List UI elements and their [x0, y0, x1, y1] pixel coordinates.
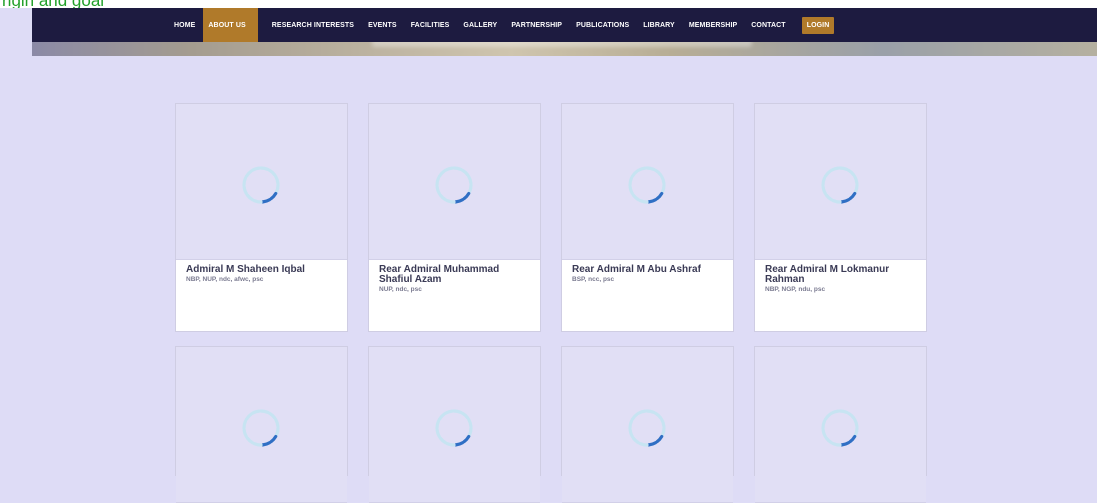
nav-item-events[interactable]: Events [368, 8, 411, 42]
member-titles: BSP, ncc, psc [572, 276, 615, 283]
hero-blurred-text [372, 42, 752, 47]
member-photo [562, 347, 733, 503]
nav-item-research-interests[interactable]: Research Interests [272, 8, 368, 42]
nav-item-gallery[interactable]: Gallery [463, 8, 511, 42]
member-photo [369, 347, 540, 503]
loading-spinner-icon [628, 409, 666, 447]
loading-spinner-icon [242, 409, 280, 447]
member-name: Admiral M Shaheen Iqbal [186, 264, 305, 275]
top-bar [0, 0, 1097, 8]
member-name: Rear Admiral M Abu Ashraf [572, 264, 701, 275]
nav-item-facilities[interactable]: Facilities [411, 8, 464, 42]
member-titles: NUP, ndc, psc [379, 286, 422, 293]
loading-spinner-icon [821, 166, 859, 204]
top-strip-text: rigin and goal [0, 0, 104, 8]
nav-item-membership[interactable]: Membership [689, 8, 751, 42]
loading-spinner-icon [242, 166, 280, 204]
member-titles: NBP, NGP, ndu, psc [765, 286, 826, 293]
member-photo [755, 347, 926, 503]
member-card[interactable]: Rear Admiral M Abu Ashraf BSP, ncc, psc [561, 103, 734, 332]
top-strip: rigin and goal [0, 0, 104, 8]
member-card[interactable] [368, 346, 541, 503]
member-photo [176, 347, 347, 503]
nav-item-partnership[interactable]: Partnership [511, 8, 576, 42]
hero-banner [32, 42, 1097, 56]
member-card[interactable]: Admiral M Shaheen Iqbal NBP, NUP, ndc, af… [175, 103, 348, 332]
member-titles: NBP, NUP, ndc, afwc, psc [186, 276, 264, 283]
login-button[interactable]: Login [801, 16, 835, 34]
nav-item-library[interactable]: Library [643, 8, 689, 42]
member-photo [369, 104, 540, 260]
member-card[interactable]: Rear Admiral M Lokmanur Rahman NBP, NGP, … [754, 103, 927, 332]
member-name: Rear Admiral M Lokmanur Rahman [765, 264, 890, 285]
loading-spinner-icon [628, 166, 666, 204]
member-name: Rear Admiral Muhammad Shafiul Azam [379, 264, 500, 285]
main-navigation: Home About Us Research Interests Events Faci… [32, 8, 1097, 42]
member-photo [176, 104, 347, 260]
loading-spinner-icon [435, 166, 473, 204]
nav-item-publications[interactable]: Publications [576, 8, 643, 42]
member-card[interactable] [175, 346, 348, 503]
nav-items: Home About Us Research Interests Events Faci… [174, 8, 835, 42]
member-card[interactable]: Rear Admiral Muhammad Shafiul Azam NUP, n… [368, 103, 541, 332]
member-card[interactable] [754, 346, 927, 503]
member-card[interactable] [561, 346, 734, 503]
nav-item-contact[interactable]: Contact [751, 8, 799, 42]
member-photo [755, 104, 926, 260]
loading-spinner-icon [821, 409, 859, 447]
member-photo [562, 104, 733, 260]
loading-spinner-icon [435, 409, 473, 447]
nav-item-about-us[interactable]: About Us [203, 8, 258, 42]
